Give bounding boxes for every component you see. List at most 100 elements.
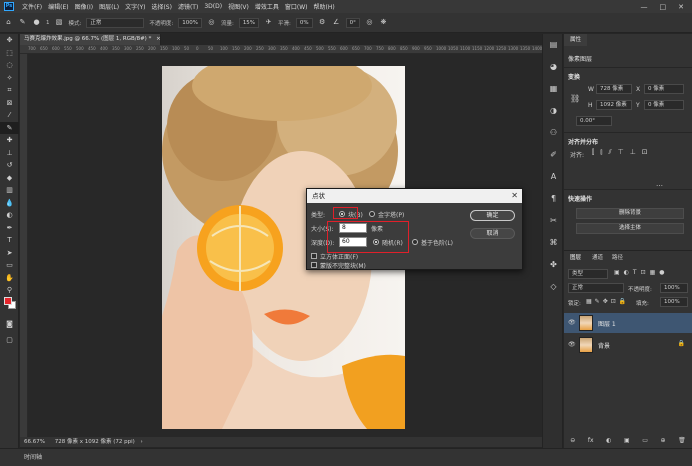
menu-help[interactable]: 帮助(H): [311, 2, 338, 11]
more-options-icon[interactable]: …: [656, 180, 663, 188]
menu-3d[interactable]: 3D(D): [201, 3, 225, 10]
mode-select[interactable]: 正常: [86, 17, 145, 28]
history-icon[interactable]: ▤: [543, 34, 564, 56]
visibility-eye-icon[interactable]: 👁: [568, 341, 576, 348]
menu-file[interactable]: 文件(F): [19, 2, 45, 11]
quick-select-tool-icon[interactable]: ✧: [0, 72, 19, 85]
hand-tool-icon[interactable]: ✋: [0, 272, 19, 285]
frame-tool-icon[interactable]: ⊠: [0, 97, 19, 110]
dodge-tool-icon[interactable]: ◐: [0, 209, 19, 222]
x-input[interactable]: 0 像素: [644, 84, 684, 94]
visibility-eye-icon[interactable]: 👁: [568, 319, 576, 326]
minimize-button[interactable]: —: [641, 3, 648, 11]
airbrush-icon[interactable]: ✈: [264, 18, 273, 27]
dialog-close-icon[interactable]: ✕: [511, 189, 518, 203]
type-pyramid-label[interactable]: 金字塔(P): [378, 210, 404, 219]
transform-title[interactable]: 变换: [568, 72, 580, 81]
menu-type[interactable]: 文字(Y): [122, 2, 148, 11]
align-distribute-title[interactable]: 对齐并分布: [568, 137, 598, 146]
depth-level-label[interactable]: 基于色阶(L): [421, 238, 453, 247]
tab-channels[interactable]: 通道: [592, 253, 603, 261]
pen-tool-icon[interactable]: ✒: [0, 222, 19, 235]
tab-paths[interactable]: 路径: [612, 253, 623, 261]
tab-layers[interactable]: 图层: [570, 253, 581, 261]
fx-icon[interactable]: fx: [588, 437, 594, 444]
mask-incomplete-checkbox[interactable]: [311, 262, 317, 268]
eyedropper-tool-icon[interactable]: ⁄: [0, 109, 19, 122]
menu-plugins[interactable]: 增效工具: [252, 2, 282, 11]
quick-mask-icon[interactable]: ◙: [0, 318, 19, 331]
menu-view[interactable]: 视图(V): [225, 2, 252, 11]
width-input[interactable]: 728 像素: [596, 84, 632, 94]
trash-icon[interactable]: 🗑: [678, 437, 686, 444]
height-input[interactable]: 1092 像素: [596, 100, 632, 110]
menu-edit[interactable]: 编辑(E): [45, 2, 71, 11]
character-icon[interactable]: A: [543, 166, 564, 188]
select-subject-button[interactable]: 选择主体: [576, 223, 684, 234]
adjustment-layer-icon[interactable]: ▣: [624, 437, 630, 444]
glyphs-icon[interactable]: ⌘: [543, 232, 564, 254]
menu-filter[interactable]: 滤镜(T): [175, 2, 201, 11]
foreground-color-swatch[interactable]: [4, 297, 12, 305]
layer-row-background[interactable]: 👁 背景 🔒: [564, 335, 692, 355]
type-tool-icon[interactable]: T: [0, 234, 19, 247]
layer-name[interactable]: 图层 1: [598, 319, 616, 328]
brush-settings-icon[interactable]: ▧: [55, 18, 64, 27]
document-tab[interactable]: 马赛克爆炸效果.jpg @ 66.7% (图层 1, RGB/8#) * ×: [20, 34, 161, 45]
link-icon[interactable]: ⛓: [570, 94, 580, 103]
zoom-tool-icon[interactable]: ⚲: [0, 284, 19, 297]
y-input[interactable]: 0 像素: [644, 100, 684, 110]
screen-mode-icon[interactable]: ▢: [0, 334, 19, 347]
path-select-icon[interactable]: ➤: [0, 247, 19, 260]
color-icon[interactable]: ◕: [543, 56, 564, 78]
home-icon[interactable]: ⌂: [4, 18, 13, 27]
cancel-button[interactable]: 取消: [470, 228, 515, 239]
blur-tool-icon[interactable]: 💧: [0, 197, 19, 210]
fill-input[interactable]: 100%: [660, 297, 688, 307]
eraser-tool-icon[interactable]: ◆: [0, 172, 19, 185]
shape-tool-icon[interactable]: ▭: [0, 259, 19, 272]
tools-settings-icon[interactable]: ✂: [543, 210, 564, 232]
history-brush-icon[interactable]: ↺: [0, 159, 19, 172]
menu-select[interactable]: 选择(S): [148, 2, 175, 11]
paths-icon[interactable]: ◇: [543, 276, 564, 298]
link-layers-icon[interactable]: ⊖: [570, 437, 575, 444]
paragraph-icon[interactable]: ¶: [543, 188, 564, 210]
brushes-icon[interactable]: ✐: [543, 144, 564, 166]
symmetry-icon[interactable]: ❋: [379, 18, 388, 27]
marquee-tool-icon[interactable]: ⬚: [0, 47, 19, 60]
move-tool-icon[interactable]: ✥: [0, 34, 19, 47]
zoom-level[interactable]: 66.67%: [24, 439, 45, 445]
close-window-button[interactable]: ✕: [678, 3, 684, 11]
brush-preset-icon[interactable]: ●: [32, 18, 41, 27]
layer-opacity-input[interactable]: 100%: [660, 283, 688, 293]
group-icon[interactable]: ▭: [642, 437, 648, 444]
filter-icons-row[interactable]: ▣◐T⊡▦●: [614, 269, 669, 276]
menu-window[interactable]: 窗口(W): [282, 2, 311, 11]
pressure-opacity-icon[interactable]: ◎: [207, 18, 216, 27]
angle-input[interactable]: 0°: [345, 17, 360, 28]
blend-mode-select[interactable]: 正常: [568, 283, 624, 293]
new-layer-icon[interactable]: ⊕: [660, 437, 665, 444]
lock-icons-row[interactable]: ▦✎✥⊡🔒: [586, 298, 629, 305]
opacity-input[interactable]: 100%: [178, 17, 202, 28]
gradient-tool-icon[interactable]: ▥: [0, 184, 19, 197]
adjustments-icon[interactable]: ◑: [543, 100, 564, 122]
stamp-tool-icon[interactable]: ⊥: [0, 147, 19, 160]
align-buttons-row[interactable]: ⫿⫾⫽⊤⊥⊡: [592, 148, 654, 157]
solid-front-label[interactable]: 立方体正面(F): [320, 252, 358, 261]
gear-icon[interactable]: ⚙: [318, 18, 327, 27]
flow-input[interactable]: 15%: [238, 17, 260, 28]
layer-row-layer1[interactable]: 👁 图层 1: [564, 313, 692, 333]
menu-image[interactable]: 图像(I): [72, 2, 96, 11]
mask-incomplete-label[interactable]: 蒙版不完整块(M): [320, 261, 366, 270]
mask-icon[interactable]: ◐: [606, 437, 611, 444]
remove-background-button[interactable]: 删除背景: [576, 208, 684, 219]
layer-filter-select[interactable]: 类型: [568, 269, 608, 279]
angle-input[interactable]: 0.00°: [576, 116, 612, 126]
healing-tool-icon[interactable]: ✚: [0, 134, 19, 147]
smooth-input[interactable]: 0%: [295, 17, 313, 28]
ok-button[interactable]: 确定: [470, 210, 515, 221]
type-pyramid-radio[interactable]: [369, 211, 375, 217]
tab-properties[interactable]: 属性: [564, 34, 588, 46]
